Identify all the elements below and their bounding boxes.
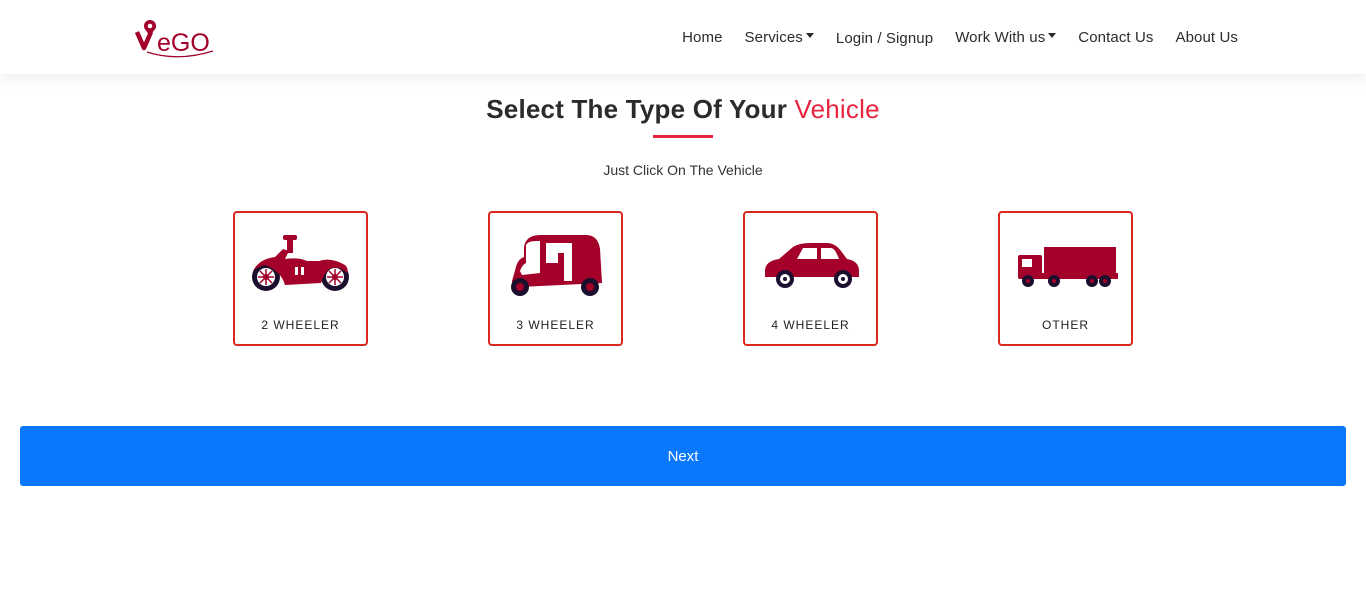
auto-rickshaw-icon	[511, 235, 602, 296]
nav-login-signup[interactable]: Login / Signup	[836, 30, 933, 47]
nav-about-us[interactable]: About Us	[1176, 29, 1239, 46]
vehicle-label: OTHER	[1042, 318, 1089, 332]
vehicle-card-4-wheeler[interactable]: 4 WHEELER	[743, 211, 878, 346]
next-button[interactable]: Next	[20, 426, 1346, 486]
car-icon	[765, 243, 859, 288]
vehicle-label: 4 WHEELER	[771, 318, 850, 332]
vehicle-card-other[interactable]: OTHER	[998, 211, 1133, 346]
nav-services-label: Services	[744, 28, 803, 46]
nav-home[interactable]: Home	[682, 29, 722, 46]
page-title-accent: Vehicle	[794, 94, 880, 124]
vego-logo[interactable]: eGO	[133, 18, 223, 58]
nav-work-label: Work With us	[955, 28, 1046, 46]
nav-home-label: Home	[682, 28, 723, 46]
vehicle-label: 3 WHEELER	[516, 318, 595, 332]
truck-icon	[1018, 247, 1118, 287]
nav-contact-label: Contact Us	[1078, 28, 1154, 46]
svg-text:eGO: eGO	[157, 29, 210, 57]
page-title-main: Select The Type Of Your	[486, 94, 788, 124]
vehicle-card-2-wheeler[interactable]: 2 WHEELER	[233, 211, 368, 346]
chevron-down-icon	[1048, 33, 1057, 38]
nav-about-label: About Us	[1175, 28, 1238, 46]
motorcycle-icon	[252, 235, 349, 291]
page-subtitle: Just Click On The Vehicle	[603, 162, 763, 178]
title-underline	[653, 135, 713, 138]
vehicle-label: 2 WHEELER	[261, 318, 340, 332]
nav-menu: Home Services Login / Signup Work With u…	[682, 27, 1238, 47]
vehicle-card-3-wheeler[interactable]: 3 WHEELER	[488, 211, 623, 346]
navbar: eGO Home Services Login / Signup Work Wi…	[0, 0, 1366, 74]
nav-contact-us[interactable]: Contact Us	[1078, 29, 1153, 46]
page-title: Select The Type Of Your Vehicle	[0, 94, 1366, 125]
nav-work-with-us[interactable]: Work With us	[955, 28, 1057, 46]
nav-login-label: Login / Signup	[835, 29, 934, 47]
chevron-down-icon	[805, 33, 814, 38]
nav-services[interactable]: Services	[745, 29, 814, 46]
